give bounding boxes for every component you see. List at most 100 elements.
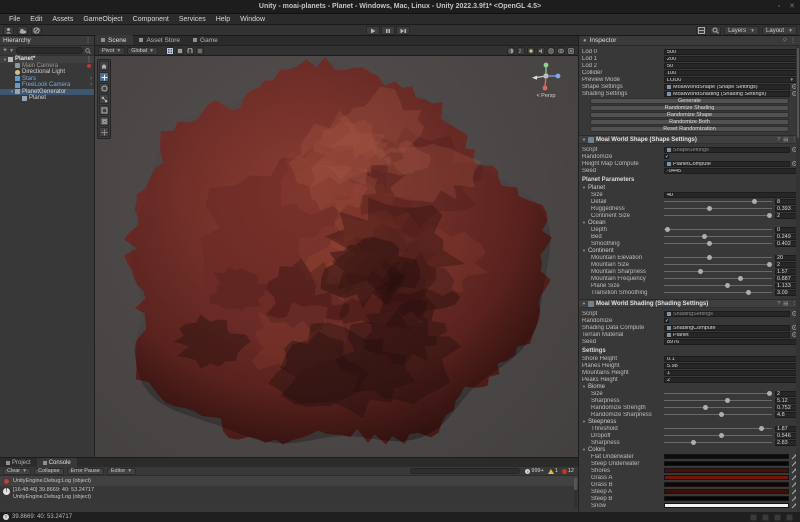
menu-assets[interactable]: Assets — [47, 14, 78, 25]
menu-window[interactable]: Window — [235, 14, 270, 25]
slider[interactable]: 0.752 — [664, 405, 797, 411]
slider[interactable]: 20 — [664, 255, 797, 261]
slider[interactable]: 1.87 — [664, 426, 797, 432]
slider-value[interactable]: 0.249 — [775, 234, 797, 240]
component-header-moai-world-shape-shape-settings-[interactable]: ▼Moai World Shape (Shape Settings)?▤⋮ — [579, 135, 800, 144]
prefab-arrow-icon[interactable]: › — [90, 76, 92, 82]
tab-console[interactable]: Console — [37, 458, 77, 467]
inspector-row-ocean[interactable]: ▼Ocean — [582, 219, 797, 226]
slider-value[interactable]: 3.09 — [775, 290, 797, 296]
slider-track[interactable] — [664, 264, 772, 265]
slider[interactable]: 0 — [664, 227, 797, 233]
slider-knob[interactable] — [719, 433, 724, 438]
object-field[interactable]: ShapeSettings — [664, 147, 790, 153]
slider-track[interactable] — [664, 407, 772, 408]
slider-track[interactable] — [664, 208, 772, 209]
layers-dropdown[interactable]: Layers▼ — [724, 26, 759, 35]
rect-tool-button[interactable] — [99, 105, 109, 115]
kebab-icon[interactable]: ⋮ — [790, 37, 796, 44]
slider[interactable]: 4.8 — [664, 412, 797, 418]
slider-knob[interactable] — [725, 283, 730, 288]
text-field[interactable]: 8976 — [664, 339, 797, 345]
cache-server-icon[interactable] — [774, 514, 781, 521]
slider-track[interactable] — [664, 229, 772, 230]
randomize-shape-button[interactable]: Randomize Shape — [590, 112, 789, 118]
create-button[interactable]: + — [3, 47, 7, 54]
slider[interactable]: 5.12 — [664, 398, 797, 404]
slider-knob[interactable] — [702, 234, 707, 239]
account-icon[interactable] — [3, 26, 14, 35]
console-scrollbar[interactable] — [574, 478, 577, 508]
pause-button[interactable] — [381, 26, 395, 35]
slider[interactable]: 2 — [664, 262, 797, 268]
persp-label[interactable]: < Persp — [528, 93, 564, 99]
pivot-button[interactable]: Pivot▼ — [98, 47, 125, 55]
slider-value[interactable]: 2 — [775, 262, 797, 268]
shading-mode-icon[interactable] — [507, 47, 515, 55]
slider[interactable]: 2 — [664, 213, 797, 219]
play-button[interactable] — [366, 26, 380, 35]
menu-help[interactable]: Help — [211, 14, 235, 25]
hidden-objects-icon[interactable] — [557, 47, 565, 55]
slider-value[interactable]: 0.402 — [775, 241, 797, 247]
slider-track[interactable] — [664, 271, 772, 272]
slider-knob[interactable] — [719, 412, 724, 417]
slider[interactable]: 1.133 — [664, 283, 797, 289]
slider-knob[interactable] — [746, 290, 751, 295]
color-swatch[interactable] — [664, 489, 789, 494]
slider-knob[interactable] — [767, 262, 772, 267]
color-swatch[interactable] — [664, 482, 789, 487]
slider-track[interactable] — [664, 285, 772, 286]
text-field[interactable]: 5.98 — [664, 363, 797, 369]
slider-track[interactable] — [664, 201, 772, 202]
slider-value[interactable]: 2 — [775, 391, 797, 397]
slider[interactable]: 2.83 — [664, 440, 797, 446]
inspector-row-steepness[interactable]: ▼Steepness — [582, 418, 797, 425]
slider-track[interactable] — [664, 278, 772, 279]
info-count-badge[interactable]: !999+ — [525, 468, 543, 474]
slider-value[interactable]: 4.8 — [775, 412, 797, 418]
slider[interactable]: 0.393 — [664, 206, 797, 212]
menu-file[interactable]: File — [4, 14, 25, 25]
reset-randomization-button[interactable]: Reset Randomization — [590, 126, 789, 132]
slider-value[interactable]: 1.57 — [775, 269, 797, 275]
color-swatch[interactable] — [664, 475, 789, 480]
checkbox[interactable]: ✓ — [664, 154, 669, 159]
slider[interactable]: 8 — [664, 199, 797, 205]
slider[interactable]: 3.09 — [664, 290, 797, 296]
orientation-gizmo[interactable]: < Persp — [528, 62, 564, 99]
text-field[interactable]: 40 — [664, 192, 797, 198]
text-field[interactable]: 1 — [664, 370, 797, 376]
tool-settings-icon[interactable] — [196, 47, 204, 55]
slider-knob[interactable] — [707, 241, 712, 246]
menu-services[interactable]: Services — [174, 14, 211, 25]
slider-track[interactable] — [664, 435, 772, 436]
slider-track[interactable] — [664, 257, 772, 258]
slider-value[interactable]: 0.393 — [775, 206, 797, 212]
chevron-down-icon[interactable]: ▼ — [9, 48, 14, 54]
custom-tool-button[interactable] — [99, 127, 109, 137]
hierarchy-item-planet[interactable]: Planet — [0, 95, 94, 102]
text-field[interactable]: 500 — [664, 49, 797, 55]
slider-value[interactable]: 0 — [775, 227, 797, 233]
version-control-icon[interactable] — [31, 26, 42, 35]
console-window-icon[interactable] — [750, 514, 757, 521]
kebab-icon[interactable]: ⋮ — [85, 37, 91, 44]
prefab-arrow-icon[interactable]: › — [90, 82, 92, 88]
rotate-tool-button[interactable] — [99, 83, 109, 93]
inspector-row-continent[interactable]: ▼Continent — [582, 247, 797, 254]
console-log-entry[interactable]: ![16:48:40] 39.8669: 40: 53.24717UnityEn… — [0, 486, 578, 502]
step-button[interactable] — [396, 26, 410, 35]
slider-value[interactable]: 0.887 — [775, 276, 797, 282]
slider-track[interactable] — [664, 400, 772, 401]
slider-knob[interactable] — [738, 276, 743, 281]
slider[interactable]: 0.402 — [664, 241, 797, 247]
object-field[interactable]: MoaiWorldShape (Shape Settings) — [664, 84, 790, 90]
increment-snap-icon[interactable] — [176, 47, 184, 55]
tab-scene[interactable]: Scene — [95, 35, 133, 45]
audio-icon[interactable] — [537, 47, 545, 55]
effects-icon[interactable] — [547, 47, 555, 55]
lighting-icon[interactable] — [527, 47, 535, 55]
background-tasks-icon[interactable] — [786, 514, 793, 521]
lock-icon[interactable]: ⬦ — [783, 37, 787, 44]
